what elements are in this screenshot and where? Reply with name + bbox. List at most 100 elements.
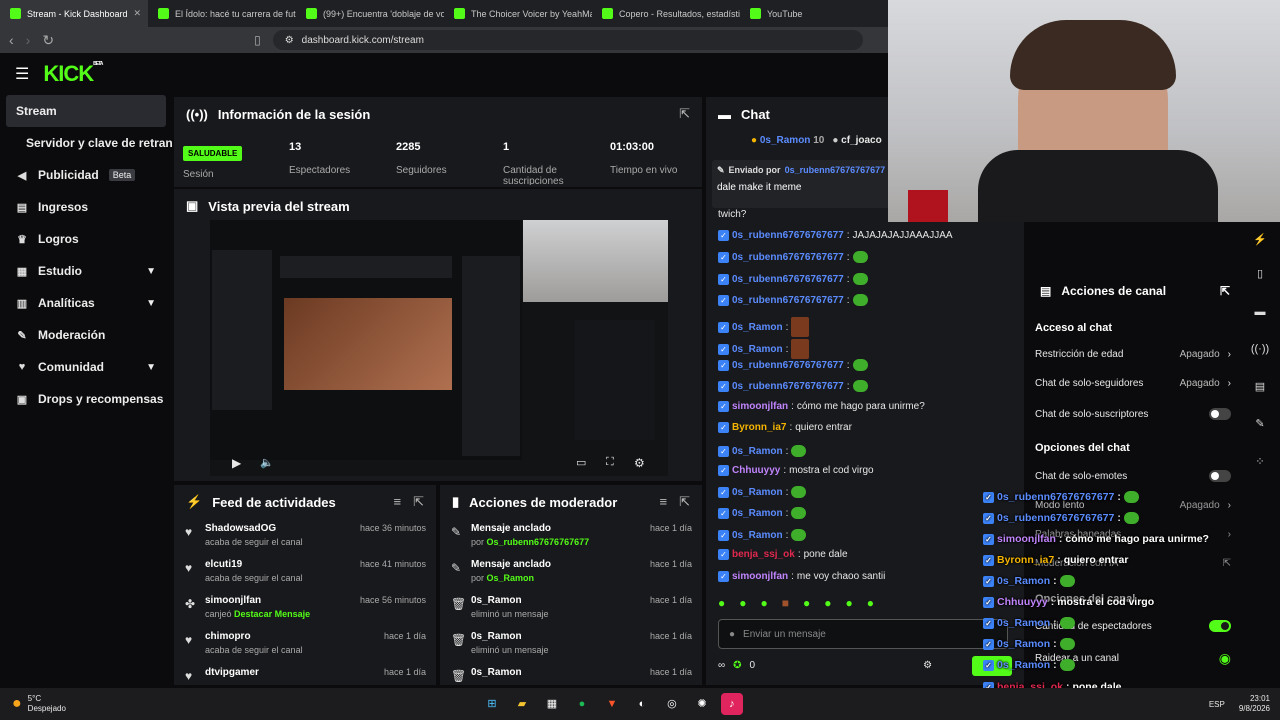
pip-icon[interactable]: ▭ [576, 456, 586, 469]
chat-username[interactable]: simoonjlfan [732, 571, 788, 582]
windows-start-icon[interactable]: ⊞ [481, 693, 503, 715]
list-item[interactable]: ✤ simoonjlfan canjeó Destacar Mensaje hace … [174, 591, 436, 627]
play-icon[interactable]: ▶ [232, 456, 241, 470]
tiktok-icon[interactable]: ♪ [720, 693, 743, 715]
sidebar-item-drops[interactable]: ▣ Drops y recompensas [0, 383, 172, 415]
browser-tab[interactable]: YouTube [740, 0, 888, 27]
age-restriction-row[interactable]: Restricción de edad Apagado › [1035, 349, 1231, 360]
steam-icon[interactable]: ◐ [631, 693, 653, 715]
points-icon[interactable]: ✪ [733, 660, 741, 671]
popout-icon[interactable]: ⇱ [679, 106, 690, 122]
chat-username[interactable]: 0s_Ramon [732, 487, 783, 498]
stream-preview-video[interactable]: ▶ 🔈 ▭ ⛶ ⚙ [210, 220, 668, 476]
chat-message[interactable]: ✓ 0s_Ramon: [718, 317, 810, 337]
folder-icon[interactable]: ▰ [511, 693, 533, 715]
sidebar-item-comunidad[interactable]: ♥ Comunidad ▼ [0, 351, 172, 383]
chat-message[interactable]: ✓ simoonjlfan: me voy chaoo santii [718, 571, 885, 582]
chatgpt-icon[interactable]: ✺ [691, 693, 713, 715]
sidebar-item-logros[interactable]: ♛ Logros [0, 223, 172, 255]
list-item[interactable]: ♥ ShadowsadOG acaba de seguir el canal hace… [174, 519, 436, 555]
chat-message[interactable]: ✓ 0s_rubenn67676767677: [718, 251, 868, 263]
bolt-icon[interactable]: ⚡ [1250, 230, 1270, 250]
chat-message[interactable]: ✓ 0s_Ramon: [718, 486, 807, 498]
sidebar-item-publicidad[interactable]: ◀ Publicidad Beta [0, 159, 172, 191]
sidebar-item-analiticas[interactable]: ▥ Analíticas ▼ [0, 287, 172, 319]
subs-only-row[interactable]: Chat de solo-suscriptores [1035, 408, 1231, 420]
spotify-icon[interactable]: ● [571, 693, 593, 715]
browser-tab[interactable]: Copero - Resultados, estadísticas, al... [592, 0, 740, 27]
emote-icon[interactable]: ● [739, 596, 746, 610]
url-field[interactable]: ⚙ dashboard.kick.com/stream [272, 30, 863, 50]
store-icon[interactable]: ▦ [541, 693, 563, 715]
viewer-count-toggle[interactable] [1209, 620, 1231, 632]
filter-icon[interactable]: ≡ [394, 494, 402, 510]
chat-username[interactable]: 0s_Ramon [732, 530, 783, 541]
chat-message[interactable]: ✓ 0s_rubenn67676767677: [718, 359, 868, 371]
chat-username[interactable]: 0s_Ramon [732, 446, 783, 457]
popout-icon[interactable]: ⇱ [413, 494, 424, 510]
emote-icon[interactable]: ● [803, 596, 810, 610]
emote-icon[interactable]: ● [761, 596, 768, 610]
chat-message[interactable]: ✓ Chhuuyyy: mostra el cod virgo [718, 465, 874, 476]
forward-icon[interactable]: › [26, 32, 31, 48]
chat-message[interactable]: twich? [718, 209, 746, 220]
gear-icon[interactable]: ⚙ [634, 456, 645, 470]
chat-message[interactable]: ✓ simoonjlfan: cómo me hago para unirme? [718, 401, 925, 412]
chat-bubble-icon[interactable]: ▬ [1250, 302, 1270, 322]
emote-icon[interactable]: ● [867, 596, 874, 610]
clipboard-icon[interactable]: ▤ [1250, 377, 1270, 397]
chat-username[interactable]: 0s_rubenn67676767677 [732, 274, 844, 285]
pinned-message[interactable]: ✎ Enviado por 0s_rubenn67676767677 dale ma… [712, 160, 892, 208]
filter-icon[interactable]: ≡ [660, 494, 668, 510]
language-indicator[interactable]: ESP [1209, 700, 1225, 709]
wrench-icon[interactable]: ✎ [1250, 414, 1270, 434]
site-info-icon[interactable]: ⚙ [285, 35, 294, 46]
chat-message[interactable]: ✓ 0s_Ramon: [718, 507, 807, 519]
chat-username[interactable]: 0s_Ramon [732, 508, 783, 519]
chat-message[interactable]: ✓ 0s_rubenn67676767677: [718, 273, 868, 285]
chat-username[interactable]: 0s_rubenn67676767677 [732, 230, 844, 241]
chat-username[interactable]: Chhuuyyy [732, 465, 780, 476]
obs-icon[interactable]: ◎ [661, 693, 683, 715]
sidebar-item-ingresos[interactable]: ▤ Ingresos [0, 191, 172, 223]
browser-tab[interactable]: Stream - Kick Dashboard ✕ [0, 0, 148, 27]
browser-tab[interactable]: The Choicer Voicer by YeahMaybe [444, 0, 592, 27]
emote-icon[interactable]: ■ [782, 596, 789, 610]
browser-tab[interactable]: El Ídolo: hacé tu carrera de futbolista [148, 0, 296, 27]
chat-input[interactable]: ● Enviar un mensaje [718, 619, 1008, 649]
chat-username[interactable]: 0s_rubenn67676767677 [732, 295, 844, 306]
chat-message[interactable]: ✓ 0s_rubenn67676767677: JAJAJAJAJJAAAJJAA [718, 230, 953, 241]
mute-icon[interactable]: 🔈 [260, 456, 274, 469]
chat-username[interactable]: 0s_rubenn67676767677 [732, 252, 844, 263]
chat-username[interactable]: 0s_Ramon [732, 322, 783, 333]
list-item[interactable]: ✎ Mensaje anclado por Os_rubenn67676767677… [440, 519, 702, 555]
phone-icon[interactable]: ▯ [1250, 264, 1270, 284]
sidebar-item-estudio[interactable]: ▦ Estudio ▼ [0, 255, 172, 287]
chat-message[interactable]: ✓ 0s_rubenn67676767677: [718, 294, 868, 306]
infinity-icon[interactable]: ∞ [718, 660, 725, 671]
menu-icon[interactable]: ☰ [15, 64, 29, 84]
brave-icon[interactable]: ▼ [601, 693, 623, 715]
emote-icon[interactable]: ● [846, 596, 853, 610]
list-item[interactable]: 🗑 0s_Ramon eliminó un mensaje hace 1 día [440, 627, 702, 663]
chat-message[interactable]: ✓ Byronn_ia7: quiero entrar [718, 422, 852, 433]
followers-only-row[interactable]: Chat de solo-seguidores Apagado › [1035, 378, 1231, 389]
emotes-only-toggle[interactable] [1209, 470, 1231, 482]
popout-icon[interactable]: ⇱ [679, 494, 690, 510]
chat-username[interactable]: 0s_rubenn67676767677 [732, 381, 844, 392]
chat-message[interactable]: ✓ benja_ssj_ok: pone dale [718, 549, 848, 560]
top-chatter[interactable]: ● cf_joaco [832, 135, 881, 146]
popout-icon[interactable]: ⇱ [1220, 284, 1230, 298]
chat-message[interactable]: ✓ 0s_Ramon: [718, 529, 807, 541]
close-icon[interactable]: ✕ [134, 8, 142, 19]
chat-username[interactable]: 0s_Ramon [732, 344, 783, 355]
emotes-only-row[interactable]: Chat de solo-emotes [1035, 470, 1231, 482]
list-item[interactable]: ♥ elcuti19 acaba de seguir el canal hace 41… [174, 555, 436, 591]
chat-username[interactable]: Byronn_ia7 [732, 422, 786, 433]
reload-icon[interactable]: ↻ [42, 32, 54, 49]
chat-username[interactable]: 0s_rubenn67676767677 [732, 360, 844, 371]
fullscreen-icon[interactable]: ⛶ [606, 456, 614, 469]
chat-username[interactable]: benja_ssj_ok [732, 549, 795, 560]
kick-logo[interactable]: KICKBETA [43, 61, 103, 87]
sidebar-item-server-key[interactable]: Servidor y clave de retransmisión [0, 127, 172, 159]
